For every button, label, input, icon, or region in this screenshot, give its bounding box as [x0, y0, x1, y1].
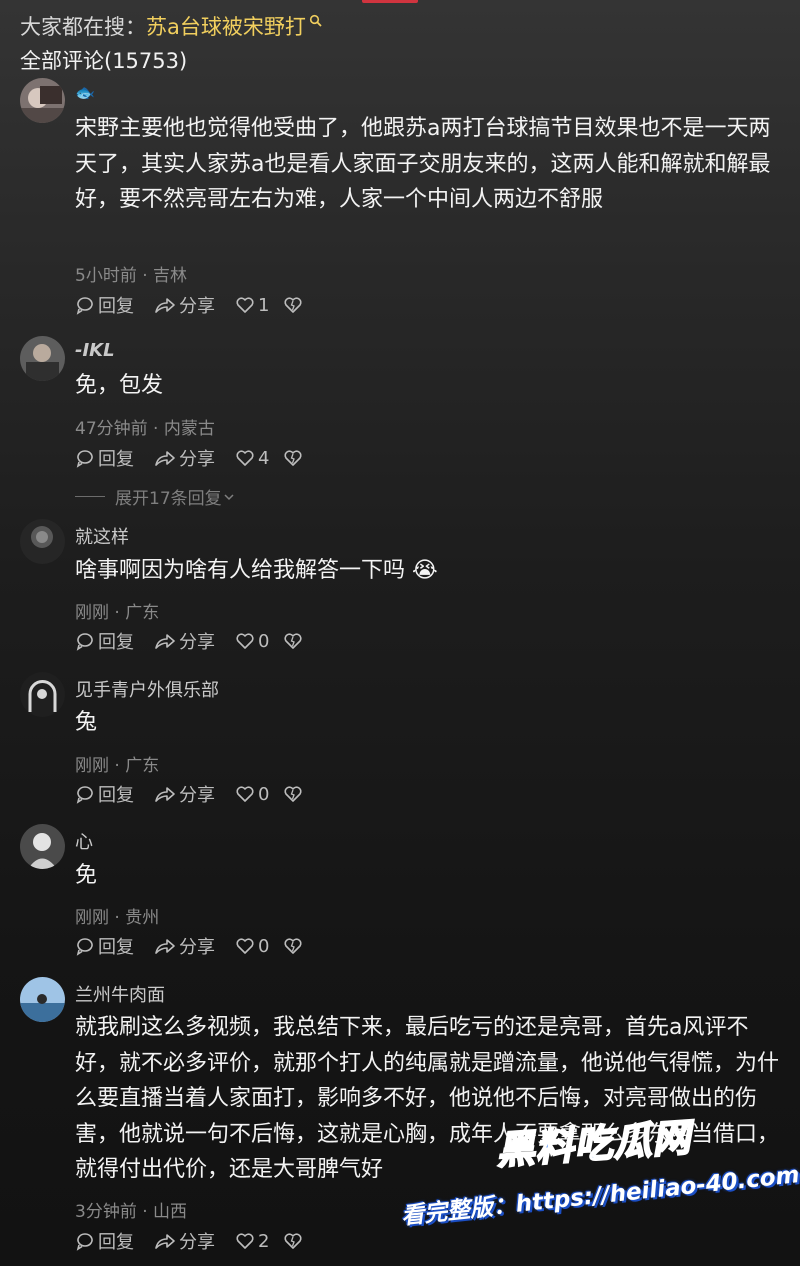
comment-actions: 回复 分享 0	[75, 933, 326, 959]
reply-button[interactable]: 回复	[75, 445, 134, 471]
expand-replies-label: 展开17条回复	[115, 489, 222, 509]
comment-meta: 47分钟前 · 内蒙古	[75, 419, 215, 439]
comment-meta: 5小时前 · 吉林	[75, 266, 188, 286]
share-button[interactable]: 分享	[154, 628, 215, 654]
comment-meta: 刚刚 · 广东	[75, 756, 160, 776]
heart-icon	[236, 1233, 254, 1249]
like-button[interactable]: 0	[235, 784, 269, 805]
broken-heart-icon	[284, 633, 302, 649]
broken-heart-icon	[284, 938, 302, 954]
hot-search-bar[interactable]: 大家都在搜： 苏a台球被宋野打	[20, 9, 323, 43]
comment-username[interactable]: 心	[75, 828, 93, 854]
share-icon	[155, 1234, 175, 1249]
reply-icon	[76, 786, 93, 804]
broken-heart-icon	[284, 786, 302, 802]
dislike-button[interactable]	[283, 632, 306, 650]
like-count: 1	[258, 294, 270, 316]
dislike-button[interactable]	[283, 937, 306, 955]
comment-text: 啥事啊因为啥有人给我解答一下吗 😭	[75, 558, 438, 583]
heart-icon	[236, 938, 254, 954]
comment-text: 免	[75, 863, 98, 888]
like-button[interactable]: 1	[235, 295, 269, 316]
like-button[interactable]: 4	[235, 448, 269, 469]
divider	[75, 496, 105, 497]
share-button[interactable]: 分享	[154, 1228, 215, 1254]
comments-count-title: 全部评论(15753)	[20, 49, 188, 73]
avatar[interactable]	[20, 78, 65, 123]
comment-username[interactable]: 见手青户外俱乐部	[75, 676, 219, 702]
like-count: 0	[258, 783, 270, 805]
dislike-button[interactable]	[283, 449, 306, 467]
comment-actions: 回复 分享 1	[75, 292, 326, 318]
comment-actions: 回复 分享 2	[75, 1228, 326, 1254]
comment-username[interactable]: 就这样	[75, 523, 129, 549]
reply-icon	[76, 938, 93, 956]
share-button[interactable]: 分享	[154, 445, 215, 471]
share-icon	[155, 451, 175, 466]
like-count: 0	[258, 935, 270, 957]
reply-button[interactable]: 回复	[75, 933, 134, 959]
hot-search-prefix: 大家都在搜：	[20, 15, 146, 39]
avatar[interactable]	[20, 336, 65, 381]
comment-username[interactable]: 兰州牛肉面	[75, 981, 165, 1007]
like-button[interactable]: 2	[235, 1231, 269, 1252]
comment-meta: 3分钟前 · 山西	[75, 1202, 188, 1222]
reply-icon	[76, 297, 93, 315]
reply-button[interactable]: 回复	[75, 292, 134, 318]
reply-icon	[76, 450, 93, 468]
dislike-button[interactable]	[283, 785, 306, 803]
broken-heart-icon	[284, 297, 302, 313]
reply-button[interactable]: 回复	[75, 628, 134, 654]
avatar[interactable]	[20, 672, 65, 717]
comment-text: 宋野主要他也觉得他受曲了，他跟苏a两打台球搞节目效果也不是一天两天了，其实人家苏…	[75, 116, 771, 212]
share-button[interactable]: 分享	[154, 933, 215, 959]
dislike-button[interactable]	[283, 296, 306, 314]
comment-actions: 回复 分享 4	[75, 445, 326, 471]
like-button[interactable]: 0	[235, 936, 269, 957]
reply-button[interactable]: 回复	[75, 1228, 134, 1254]
heart-icon	[236, 450, 254, 466]
comment-text: 兔	[75, 710, 98, 735]
comment-username[interactable]: 🐟	[75, 82, 95, 103]
reply-button[interactable]: 回复	[75, 781, 134, 807]
share-icon	[155, 787, 175, 802]
dislike-button[interactable]	[283, 1232, 306, 1250]
heart-icon	[236, 297, 254, 313]
comment-meta: 刚刚 · 贵州	[75, 908, 160, 928]
hot-search-keyword[interactable]: 苏a台球被宋野打	[146, 11, 306, 41]
like-count: 4	[258, 447, 270, 469]
avatar[interactable]	[20, 977, 65, 1022]
share-icon	[155, 939, 175, 954]
comment-text: 免，包发	[75, 373, 164, 398]
avatar[interactable]	[20, 519, 65, 564]
top-accent-bar	[362, 0, 418, 3]
expand-replies-button[interactable]: 展开17条回复	[75, 484, 236, 509]
share-button[interactable]: 分享	[154, 292, 215, 318]
reply-icon	[76, 1233, 93, 1251]
top-bar	[0, 0, 800, 6]
heart-icon	[236, 786, 254, 802]
chevron-down-icon	[224, 493, 234, 500]
share-button[interactable]: 分享	[154, 781, 215, 807]
broken-heart-icon	[284, 1233, 302, 1249]
comment-meta: 刚刚 · 广东	[75, 603, 160, 623]
comment-actions: 回复 分享 0	[75, 781, 326, 807]
broken-heart-icon	[284, 450, 302, 466]
like-count: 0	[258, 630, 270, 652]
like-count: 2	[258, 1230, 270, 1252]
like-button[interactable]: 0	[235, 631, 269, 652]
reply-icon	[76, 633, 93, 651]
comment-text: 就我刷这么多视频，我总结下来，最后吃亏的还是亮哥，首先a风评不好，就不必多评价，…	[75, 1015, 780, 1182]
avatar[interactable]	[20, 824, 65, 869]
comment-actions: 回复 分享 0	[75, 628, 326, 654]
heart-icon	[236, 633, 254, 649]
comment-username[interactable]: -IKL	[75, 340, 115, 361]
search-icon[interactable]	[309, 14, 323, 28]
share-icon	[155, 634, 175, 649]
share-icon	[155, 298, 175, 313]
